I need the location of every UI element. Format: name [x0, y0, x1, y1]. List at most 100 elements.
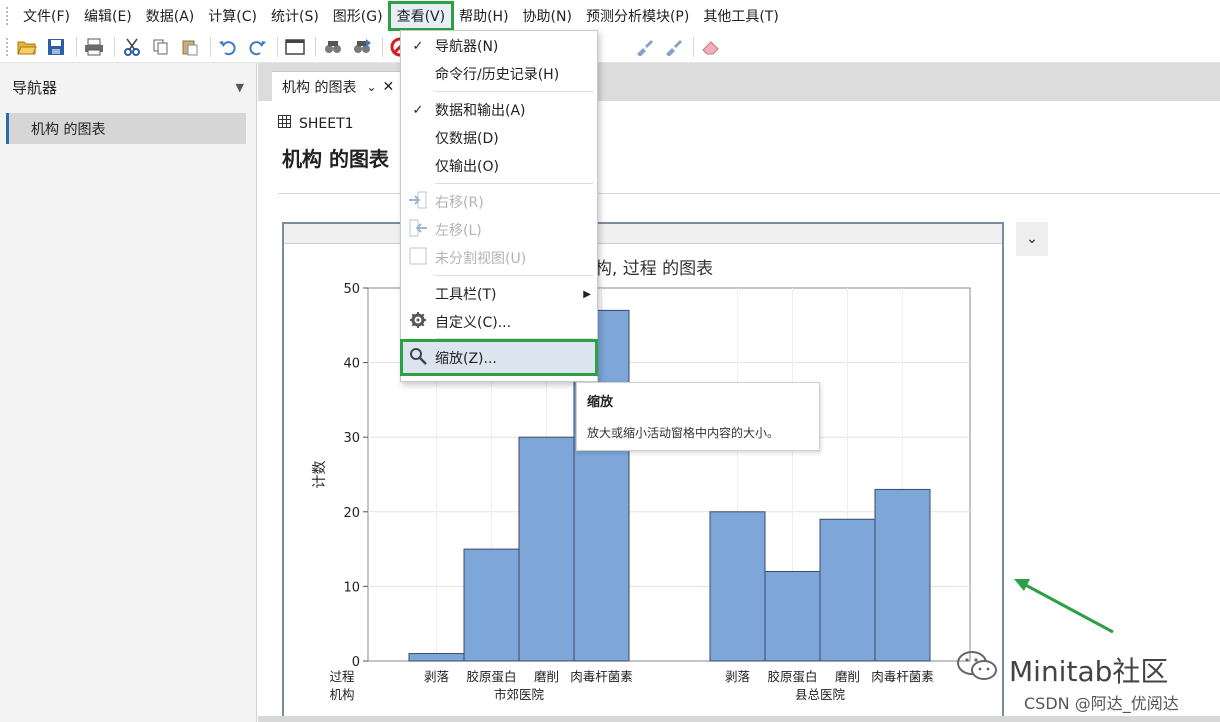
page-title: 机构 的图表: [282, 147, 389, 171]
bar: [764, 570, 821, 662]
tab-graph[interactable]: 机构 的图表 ⌄ ✕: [272, 71, 406, 101]
y-tick-label: 10: [343, 580, 360, 595]
cut-icon[interactable]: [119, 34, 145, 60]
copy-icon[interactable]: [148, 34, 174, 60]
find-icon[interactable]: [320, 34, 346, 60]
bar: [463, 548, 520, 662]
menu-separator: [435, 91, 593, 92]
x-tick-label: 肉毒杆菌素: [570, 669, 633, 684]
chart-collapse-button[interactable]: ⌄: [1016, 222, 1048, 256]
csdn-credit: CSDN @阿达_优阅达: [1024, 694, 1179, 713]
watermark-text: Minitab社区: [1009, 654, 1169, 688]
toolbar-grip: [6, 37, 10, 56]
submenu-arrow-icon: ▶: [583, 288, 591, 300]
view-menu-item-command-history[interactable]: 命令行/历史记录(H): [401, 60, 597, 88]
close-icon[interactable]: ✕: [383, 79, 395, 95]
menu-item-label: 数据和输出(A): [435, 103, 526, 119]
menu-assist[interactable]: 协助(N): [516, 3, 579, 29]
y-tick-label: 40: [343, 357, 360, 372]
chart-frame[interactable]: 构, 过程 的图表 0 10 20 30 40 50 计数 剥落 胶原蛋白 磨削 肉毒杆菌素 市郊医院剥…: [282, 222, 1004, 722]
menu-separator: [435, 338, 593, 339]
check-icon: ✓: [412, 38, 424, 54]
group-label: 县总医院: [795, 687, 846, 702]
paste-icon[interactable]: [177, 34, 203, 60]
view-menu-item-zoom[interactable]: 缩放(Z)...: [400, 339, 598, 376]
save-icon[interactable]: [43, 34, 69, 60]
chart-title: 构, 过程 的图表: [595, 259, 713, 279]
bar: [709, 511, 766, 662]
menu-help[interactable]: 帮助(H): [452, 3, 515, 29]
menubar-grip: [6, 6, 10, 25]
view-menu-dropdown: ✓ 导航器(N) 命令行/历史记录(H) ✓ 数据和输出(A) 仅数据(D) 仅…: [400, 30, 598, 382]
view-menu-item-unsplit-view: 未分割视图(U): [401, 244, 597, 272]
view-menu-item-navigator[interactable]: ✓ 导航器(N): [401, 32, 597, 60]
chevron-down-icon[interactable]: ⌄: [366, 80, 376, 94]
navigator-header: 导航器 ▼: [0, 63, 256, 111]
menu-tools[interactable]: 其他工具(T): [696, 3, 785, 29]
toolbar-separator: [277, 36, 278, 57]
table-grid-icon: [278, 115, 291, 132]
chevron-down-icon[interactable]: ▼: [236, 81, 244, 94]
menu-edit[interactable]: 编辑(E): [77, 3, 139, 29]
menu-graph[interactable]: 图形(G): [326, 3, 390, 29]
navigator-title: 导航器: [12, 78, 58, 97]
menu-view[interactable]: 查看(V): [387, 0, 455, 31]
x-tick-label: 剥落: [424, 669, 450, 684]
find-replace-icon[interactable]: [349, 34, 375, 60]
navigator-panel: 导航器 ▼ 机构 的图表: [0, 63, 257, 722]
y-tick-label: 30: [343, 431, 360, 446]
chevron-down-icon: ⌄: [1026, 231, 1038, 247]
toolbar-separator: [76, 36, 77, 57]
menu-separator: [435, 275, 593, 276]
navigator-item-graph[interactable]: 机构 的图表: [6, 113, 246, 144]
check-icon: ✓: [412, 102, 424, 118]
sheet-ref: SHEET1: [278, 115, 354, 132]
navigator-item-label: 机构 的图表: [31, 121, 106, 138]
x-tick-label: 肉毒杆菌素: [871, 669, 934, 684]
toolbar: [0, 31, 1220, 63]
search-icon: [401, 347, 435, 369]
menu-item-label: 仅输出(O): [435, 159, 499, 175]
view-menu-item-move-right: 右移(R): [401, 188, 597, 216]
undo-icon[interactable]: [215, 34, 241, 60]
view-menu-item-data-only[interactable]: 仅数据(D): [401, 124, 597, 152]
open-folder-icon[interactable]: [14, 34, 40, 60]
bar-chart: 构, 过程 的图表01020304050计数剥落 胶原蛋白 磨削 肉毒杆菌素市郊医院剥…: [312, 259, 971, 702]
menu-item-label: 仅数据(D): [435, 131, 499, 147]
sheet-name: SHEET1: [299, 115, 354, 132]
menu-data[interactable]: 数据(A): [139, 3, 202, 29]
menu-item-label: 命令行/历史记录(H): [435, 67, 560, 83]
row-label: 机构: [329, 687, 354, 702]
menu-predictive[interactable]: 预测分析模块(P): [579, 3, 696, 29]
view-menu-item-toolbars[interactable]: 工具栏(T) ▶: [401, 280, 597, 308]
brush-icon[interactable]: [631, 34, 657, 60]
bar: [819, 518, 876, 662]
x-tick-label: 磨削: [835, 669, 860, 684]
view-menu-item-output-only[interactable]: 仅输出(O): [401, 152, 597, 180]
view-menu-item-data-output[interactable]: ✓ 数据和输出(A): [401, 96, 597, 124]
horizontal-scrollbar[interactable]: [258, 716, 1220, 722]
menu-separator: [435, 183, 593, 184]
y-tick-label: 0: [352, 655, 360, 670]
zoom-tooltip: 缩放 放大或缩小活动窗格中内容的大小。: [576, 382, 820, 451]
move-right-icon: [401, 191, 435, 213]
window-icon[interactable]: [282, 34, 308, 60]
chart-header-strip: [284, 224, 1002, 244]
tooltip-description: 放大或缩小活动窗格中内容的大小。: [587, 426, 780, 440]
view-menu-item-customize[interactable]: 自定义(C)...: [401, 308, 597, 336]
menu-file[interactable]: 文件(F): [16, 3, 77, 29]
brush-alt-icon[interactable]: [660, 34, 686, 60]
menu-bar: 文件(F) 编辑(E) 数据(A) 计算(C) 统计(S) 图形(G) 查看(V…: [0, 0, 1220, 31]
eraser-icon[interactable]: [698, 34, 724, 60]
print-icon[interactable]: [81, 34, 107, 60]
tab-label: 机构 的图表: [282, 79, 357, 96]
menu-item-label: 工具栏(T): [435, 287, 497, 303]
group-label: 市郊医院: [494, 687, 545, 702]
bar: [408, 653, 465, 662]
toolbar-separator: [210, 36, 211, 57]
bar: [874, 488, 931, 662]
menu-calc[interactable]: 计算(C): [201, 3, 264, 29]
menu-stat[interactable]: 统计(S): [264, 3, 326, 29]
menu-item-label: 未分割视图(U): [435, 251, 527, 267]
redo-icon[interactable]: [244, 34, 270, 60]
